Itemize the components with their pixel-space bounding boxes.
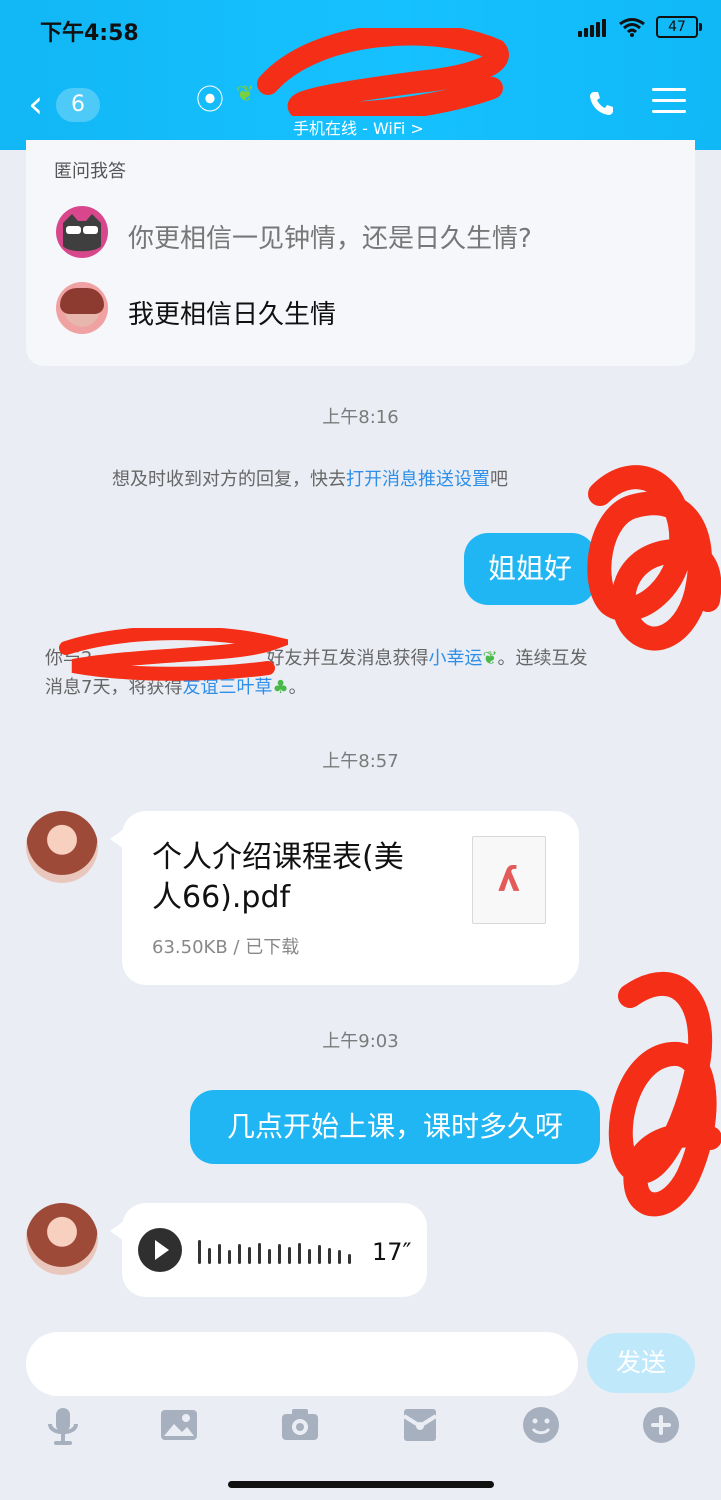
redaction-scribble — [587, 465, 721, 651]
system-notice: 想及时收到对方的回复，快去打开消息推送设置吧 — [112, 469, 508, 490]
anonymous-avatar — [56, 206, 108, 258]
send-button[interactable]: 发送 — [587, 1333, 695, 1393]
microphone-icon[interactable] — [42, 1404, 84, 1446]
home-indicator — [228, 1481, 494, 1488]
menu-icon[interactable] — [652, 88, 686, 118]
avatar — [56, 282, 108, 334]
back-button[interactable]: ‹ — [28, 85, 48, 123]
chat-subtitle[interactable]: 手机在线 - WiFi > — [293, 115, 424, 139]
timestamp: 上午8:16 — [322, 407, 399, 428]
qa-question: 你更相信一见钟情，还是日久生情? — [128, 224, 532, 254]
battery-indicator: 47 — [656, 16, 702, 38]
message-bubble-mine[interactable]: 几点开始上课，课时多久呀 — [190, 1090, 600, 1164]
signal-icon — [578, 17, 608, 37]
avatar[interactable] — [26, 1203, 98, 1275]
chat-toolbar — [0, 1404, 721, 1464]
unread-count-badge[interactable]: 6 — [56, 88, 100, 122]
pdf-icon: ʎ — [472, 836, 546, 924]
avatar[interactable] — [26, 811, 98, 883]
clover-link[interactable]: 友谊三叶草 — [182, 677, 272, 698]
sprout-icon: ❦ — [236, 82, 255, 107]
plus-icon[interactable] — [640, 1404, 682, 1446]
timestamp: 上午8:57 — [322, 751, 399, 772]
file-meta: 63.50KB / 已下载 — [152, 937, 300, 958]
status-icons: 47 — [578, 16, 702, 38]
red-packet-icon[interactable] — [399, 1404, 441, 1446]
ear-icon[interactable]: ⦿ — [196, 78, 224, 118]
voice-duration: 17″ — [372, 1238, 412, 1266]
push-settings-link[interactable]: 打开消息推送设置 — [346, 469, 490, 490]
timestamp: 上午9:03 — [322, 1031, 399, 1052]
status-time: 下午4:58 — [40, 21, 139, 46]
redaction-scribble — [608, 971, 721, 1217]
image-icon[interactable] — [158, 1404, 200, 1446]
phone-icon[interactable] — [587, 88, 617, 118]
lucky-link[interactable]: 小幸运 — [428, 648, 482, 669]
qa-answer: 我更相信日久生情 — [128, 300, 337, 330]
voice-waveform — [198, 1236, 358, 1264]
camera-icon[interactable] — [279, 1404, 321, 1446]
qa-card-title: 匿问我答 — [54, 161, 126, 182]
wifi-icon — [619, 18, 645, 37]
system-notice: 你与2 好友并互发消息获得小幸运❦。连续互发 消息7天，将获得友谊三叶草♣。 — [45, 648, 588, 698]
message-bubble-mine[interactable]: 姐姐好 — [464, 533, 596, 605]
file-name: 个人介绍课程表(美 人66).pdf — [152, 840, 404, 915]
emoji-icon[interactable] — [520, 1404, 562, 1446]
message-input[interactable] — [26, 1332, 578, 1396]
play-icon[interactable] — [138, 1228, 182, 1272]
chat-title — [280, 75, 530, 107]
